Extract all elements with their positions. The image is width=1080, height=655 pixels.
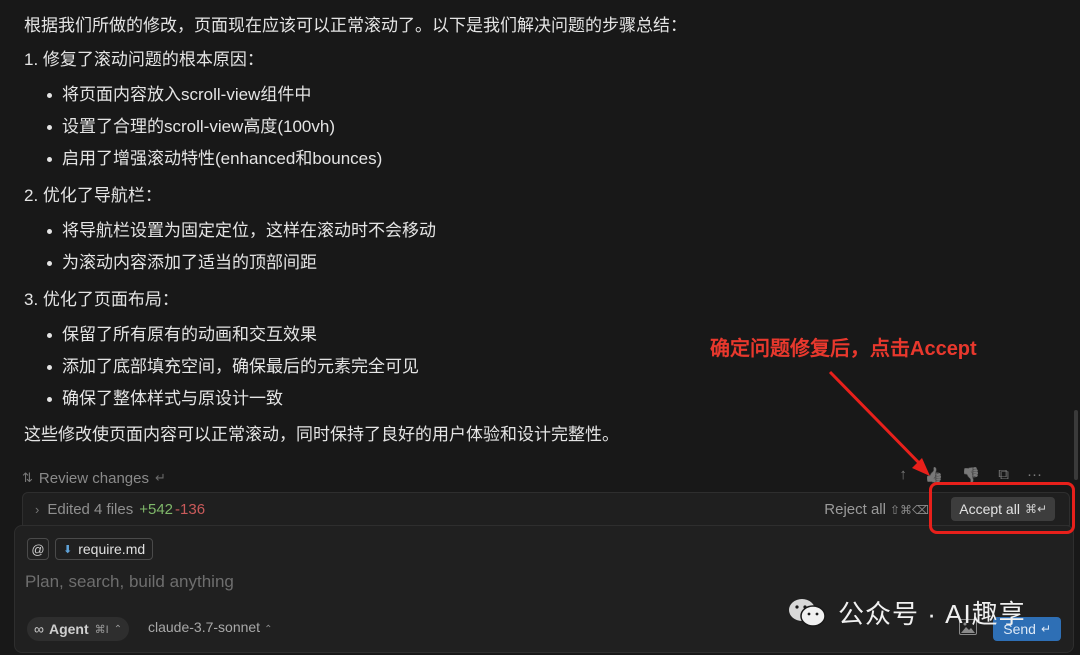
context-file-name: require.md [78,541,146,557]
mention-button[interactable]: @ [27,538,49,560]
section-title-3: 3. 优化了页面布局： [24,290,179,309]
watermark-text: 公众号 · AI趣享 [838,599,1026,629]
context-file-chip[interactable]: ⬇ require.md [55,538,154,560]
file-icon: ⬇ [63,543,73,556]
section-title-2: 2. 优化了导航栏： [24,186,162,205]
enter-key-icon: ↵ [154,470,166,485]
model-selector[interactable]: claude-3.7-sonnet ⌃ [148,619,272,635]
reject-all-button[interactable]: Reject all ⇧⌘⌫ [824,501,929,518]
agent-label: Agent [48,621,89,637]
bullet-1-2: 设置了合理的scroll-view高度(100vh) [47,115,335,139]
wechat-logo-icon [788,598,826,628]
bullet-3-3: 确保了整体样式与原设计一致 [47,387,283,411]
agent-mode-selector[interactable]: ∞ Agent ⌘I ⌃ [27,617,130,641]
agent-shortcut: ⌘I [94,623,109,636]
additions-count: +542 [139,500,174,518]
chevron-right-icon[interactable]: › [35,502,39,517]
scroll-up-icon[interactable]: ↑ [899,466,907,484]
review-changes-label[interactable]: Review changes [39,470,149,487]
send-shortcut: ↵ [1040,622,1051,636]
composer: @ ⬇ require.md Plan, search, build anyth… [14,525,1074,653]
bullet-2-2: 为滚动内容添加了适当的顶部间距 [47,251,317,275]
reject-all-label: Reject all [824,500,886,518]
infinity-icon: ∞ [34,621,44,637]
review-changes-row[interactable]: ⇅ Review changes ↵ ↑ 👍 👎 ⧉ ··· [22,466,1062,490]
bullet-2-1: 将导航栏设置为固定定位，这样在滚动时不会移动 [47,219,436,243]
message-intro: 根据我们所做的修改，页面现在应该可以正常滚动了。以下是我们解决问题的步骤总结： [24,16,687,35]
scrollbar[interactable] [1074,410,1078,480]
chevron-up-icon: ⌃ [113,623,123,635]
reject-shortcut: ⇧⌘⌫ [889,502,929,517]
bullet-3-2: 添加了底部填充空间，确保最后的元素完全可见 [47,355,419,379]
bullet-3-1: 保留了所有原有的动画和交互效果 [47,323,317,347]
annotation-text: 确定问题修复后，点击Accept [710,338,977,360]
prompt-input[interactable]: Plan, search, build anything [25,572,234,592]
edited-files-bar: › Edited 4 files +542 -136 Reject all ⇧⌘⌫… [22,492,1070,526]
annotation-highlight-box [929,482,1075,534]
model-chevron-icon: ⌃ [264,624,273,635]
section-title-1: 1. 修复了滚动问题的根本原因： [24,50,264,69]
bullet-1-3: 启用了增强滚动特性(enhanced和bounces) [46,147,382,171]
watermark: 公众号 · AI趣享 [788,594,1026,631]
message-conclusion: 这些修改使页面内容可以正常滚动，同时保持了良好的用户体验和设计完整性。 [24,425,619,444]
deletions-count: -136 [175,500,206,518]
bullet-1-1: 将页面内容放入scroll-view组件中 [46,83,311,107]
edited-files-label[interactable]: Edited 4 files [47,501,133,518]
model-label: claude-3.7-sonnet [148,619,261,635]
review-icon: ⇅ [22,470,33,485]
